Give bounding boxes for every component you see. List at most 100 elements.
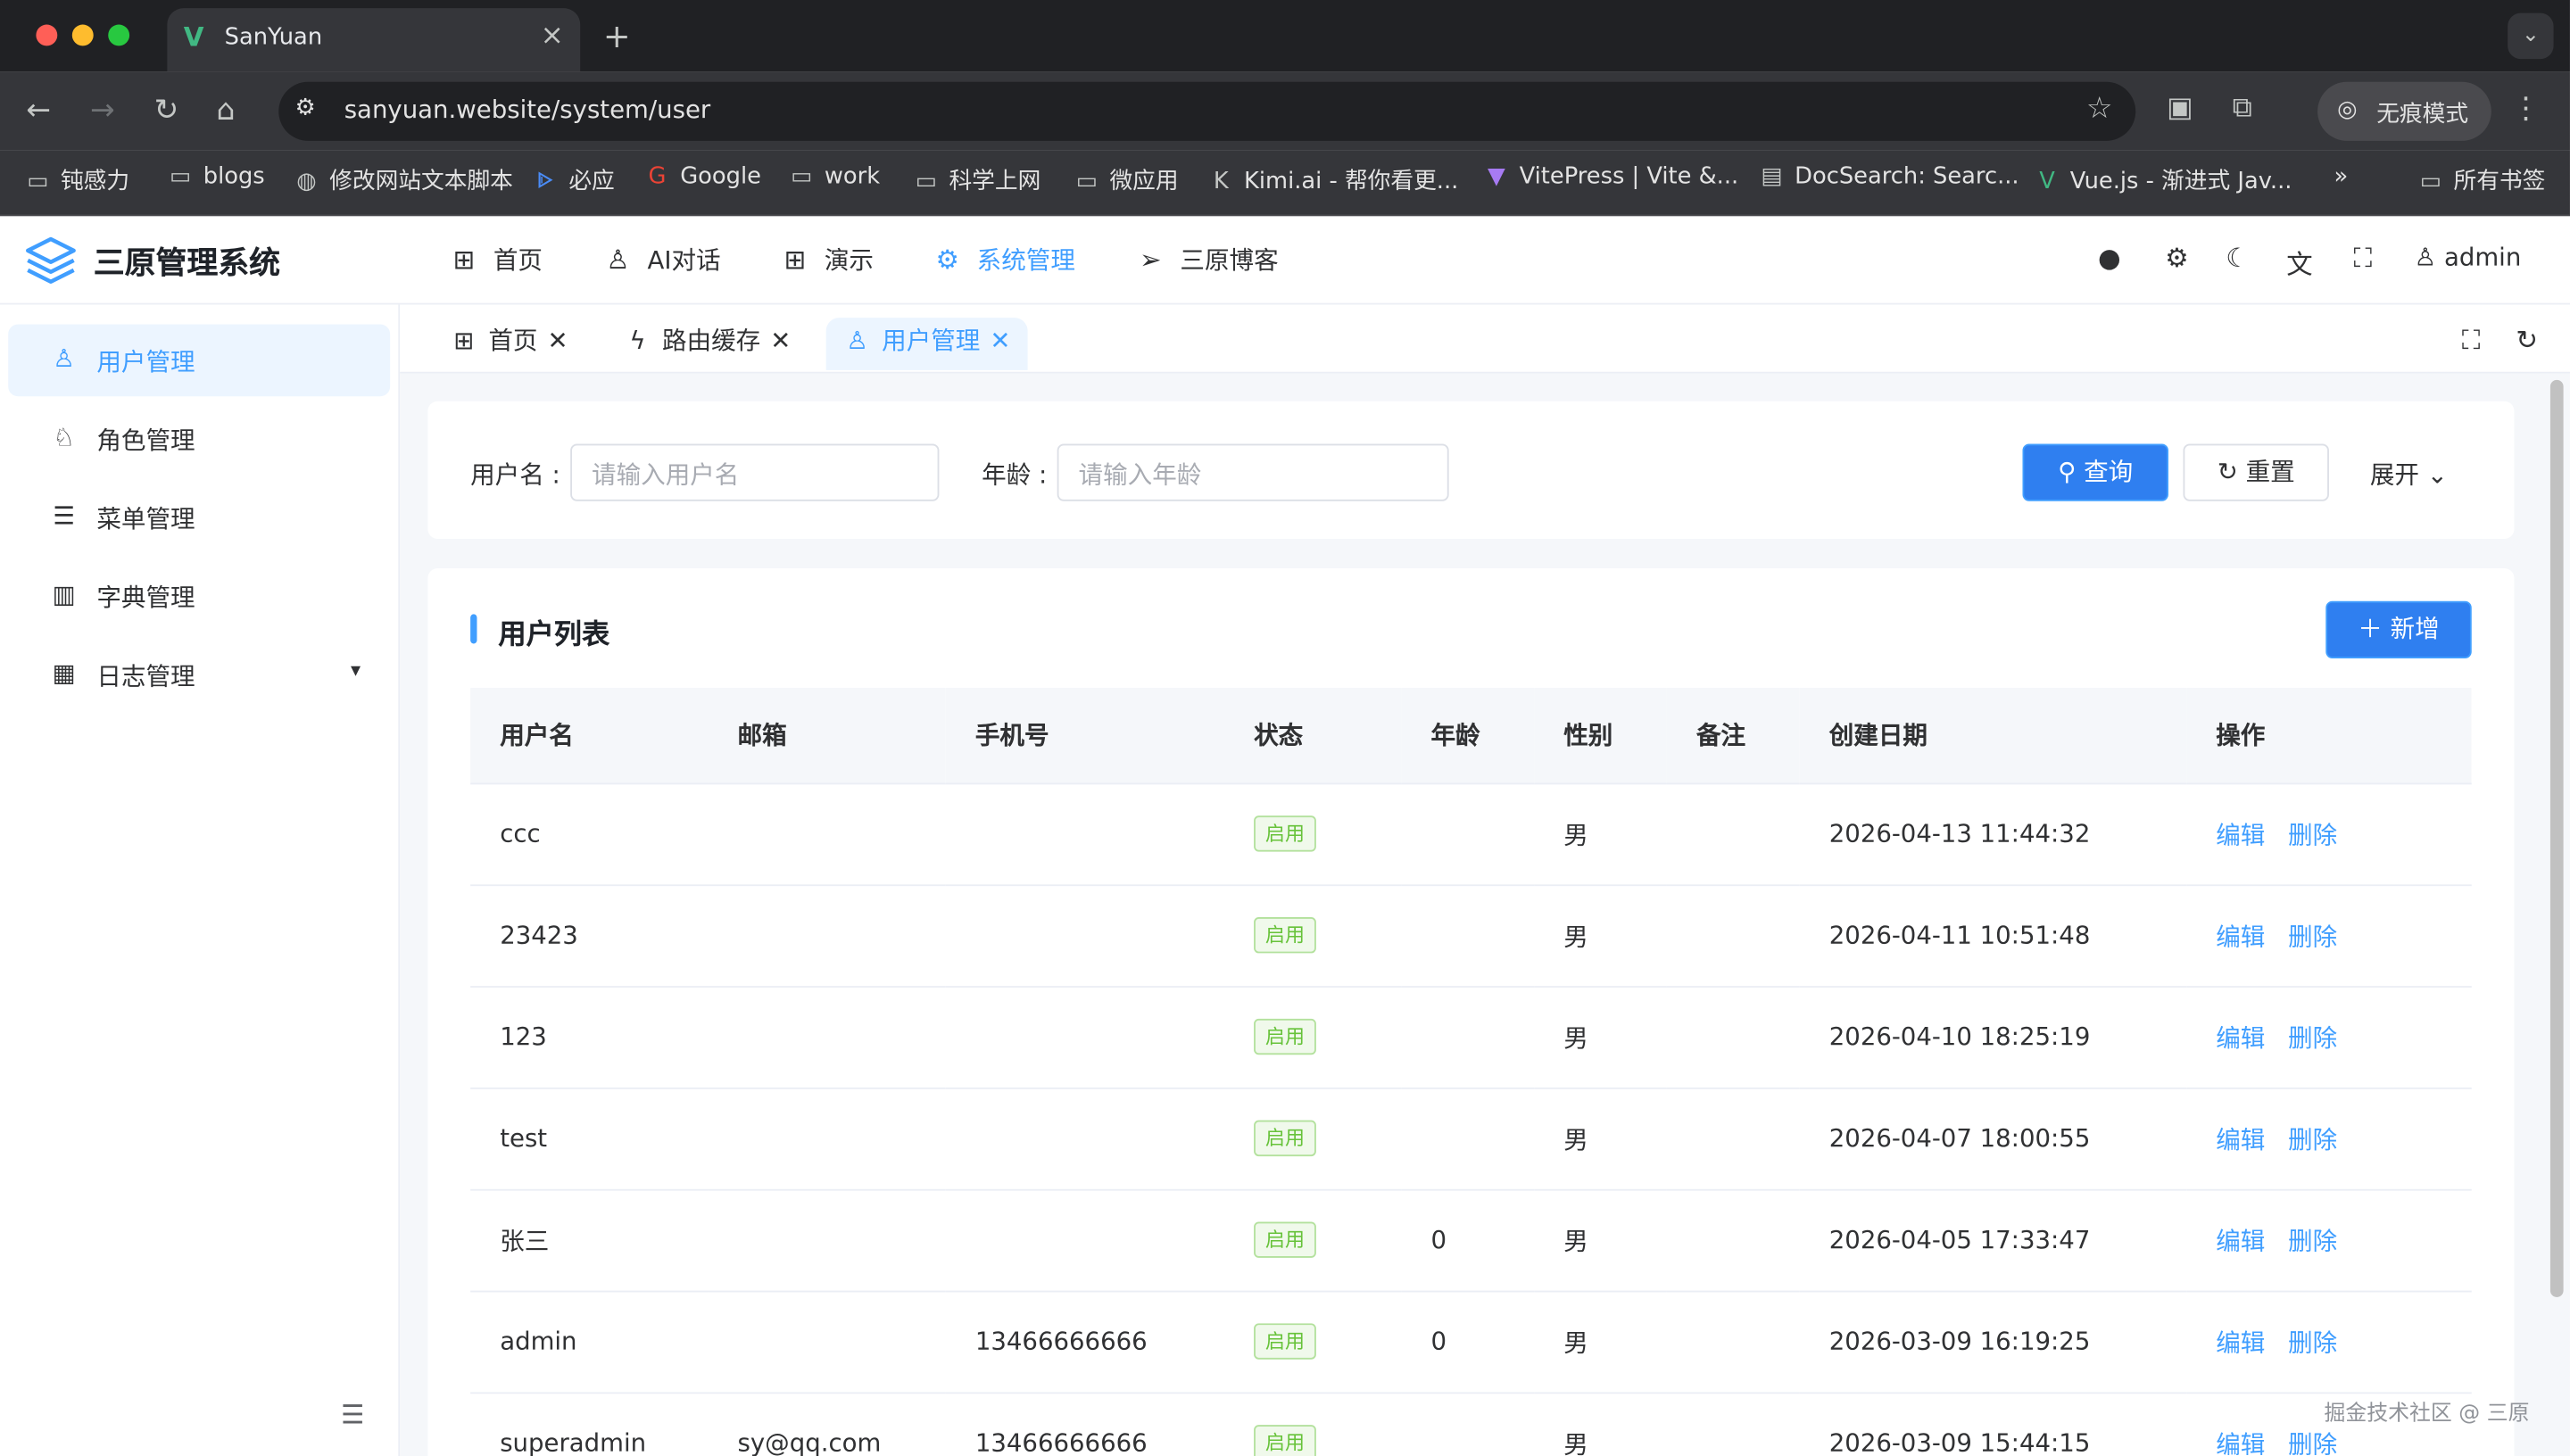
reload-icon[interactable]: ↻ [154,94,179,128]
column-header[interactable]: 状态 [1224,688,1402,784]
close-tag-icon[interactable]: ✕ [770,318,791,363]
bookmark-link[interactable]: V Vue.js - 渐进式 Jav... [2033,164,2292,197]
bookmark-link[interactable]: G Google [642,164,761,190]
bookmark-folder[interactable]: ▭ 微应用 [1072,164,1179,197]
more-bookmarks-button[interactable]: » [2334,164,2348,190]
site-info-icon[interactable]: ⚙ [295,95,316,120]
delete-link[interactable]: 删除 [2288,1429,2337,1456]
delete-link[interactable]: 删除 [2288,1124,2337,1154]
address-bar[interactable]: ⚙ sanyuan.website/system/user ☆ [278,81,2136,141]
translate-icon[interactable]: 文 [2286,243,2312,282]
bookmark-link[interactable]: ◍ 修改网站文本脚本 [292,164,513,197]
settings-icon[interactable]: ⚙ [2165,243,2188,274]
cell-remark [1667,1392,1800,1456]
column-header[interactable]: 年龄 [1401,688,1535,784]
extension-icon[interactable]: ▣ [2167,92,2193,125]
fullscreen-icon[interactable]: ⛶ [2354,243,2373,276]
back-icon[interactable]: ← [26,94,51,128]
bookmark-link[interactable]: ᐈ 必应 [531,164,614,197]
layers-logo-icon [26,236,76,284]
delete-link[interactable]: 删除 [2288,1328,2337,1357]
page-scrollbar[interactable] [2549,379,2564,1297]
delete-link[interactable]: 删除 [2288,1022,2337,1052]
incognito-indicator[interactable]: ◎ 无痕模式 [2317,81,2491,141]
browser-toolbar: ← → ↻ ⌂ ⚙ sanyuan.website/system/user ☆ … [0,71,2570,151]
all-bookmarks-folder[interactable]: ▭ 所有书签 [2416,164,2546,197]
tag-route-cache[interactable]: ϟ 路由缓存 ✕ [607,318,808,370]
column-header[interactable]: 备注 [1666,688,1800,784]
kanban-icon: ▦ [52,658,76,689]
edit-link[interactable]: 编辑 [2216,922,2265,951]
refresh-icon[interactable]: ↻ [2516,324,2538,355]
column-header[interactable]: 手机号 [945,688,1225,784]
close-window-button[interactable] [36,24,58,46]
sidebar-item-role-management[interactable]: ♘ 角色管理 [8,403,390,476]
nav-blog[interactable]: ➢ 三原博客 [1134,243,1279,277]
edit-link[interactable]: 编辑 [2216,1226,2265,1255]
fullscreen-content-icon[interactable]: ⛶ [2462,324,2481,357]
bookmark-folder[interactable]: ▭ 钝感力 [23,164,129,197]
nav-home[interactable]: ⊞ 首页 [447,243,543,277]
bookmark-link[interactable]: K Kimi.ai - 帮你看更... [1206,164,1458,197]
close-tab-icon[interactable]: × [541,20,564,53]
close-tag-icon[interactable]: ✕ [547,318,568,363]
column-header[interactable]: 邮箱 [708,688,946,784]
bookmark-folder[interactable]: ▭ 科学上网 [911,164,1041,197]
user-icon: ♙ [2414,242,2437,272]
forward-icon[interactable]: → [90,94,115,128]
cell-gender: 男 [1563,1327,1588,1357]
maximize-window-button[interactable] [108,24,130,46]
sidebar-item-log-management[interactable]: ▦ 日志管理 ▾ [8,639,390,711]
dark-mode-icon[interactable]: ☾ [2226,243,2249,274]
column-header[interactable]: 性别 [1534,688,1667,784]
column-header[interactable]: 用户名 [470,688,709,784]
url-text[interactable]: sanyuan.website/system/user [344,95,711,124]
browser-tab[interactable]: V SanYuan × [167,8,581,72]
list-icon: ☰ [53,500,75,531]
edit-link[interactable]: 编辑 [2216,1328,2265,1357]
username-input[interactable]: 请输入用户名 [570,443,940,501]
nav-system-management[interactable]: ⚙ 系统管理 [931,243,1074,277]
expand-toggle[interactable]: 展开 ⌄ [2370,457,2448,492]
edit-link[interactable]: 编辑 [2216,1022,2265,1052]
status-badge: 启用 [1254,1120,1316,1157]
cell-email [708,884,945,986]
tag-user-management[interactable]: ♙ 用户管理 ✕ [825,318,1027,370]
sidebar-item-menu-management[interactable]: ☰ 菜单管理 [8,482,390,554]
edit-link[interactable]: 编辑 [2216,820,2265,849]
home-icon[interactable]: ⌂ [216,94,235,128]
delete-link[interactable]: 删除 [2288,922,2337,951]
column-header[interactable]: 操作 [2186,688,2472,784]
bookmark-folder[interactable]: ▭ blogs [166,164,265,190]
reset-button[interactable]: ↻ 重置 [2183,443,2329,501]
query-button[interactable]: ⚲ 查询 [2022,443,2168,501]
sidebar-item-user-management[interactable]: ♙ 用户管理 [8,324,391,397]
gear-icon: ⚙ [935,244,959,276]
bookmark-folder[interactable]: ▭ work [787,164,880,190]
collapse-sidebar-icon[interactable]: ☰ [341,1399,364,1430]
edit-link[interactable]: 编辑 [2216,1429,2265,1456]
bookmark-link[interactable]: ▤ DocSearch: Searc... [1757,164,2019,190]
column-header[interactable]: 创建日期 [1799,688,2187,784]
cell-age: 0 [1430,1225,1447,1255]
github-icon[interactable]: ● [2098,243,2121,274]
nav-ai-chat[interactable]: ♙ AI对话 [601,243,720,277]
minimize-window-button[interactable] [71,24,94,46]
age-input[interactable]: 请输入年龄 [1057,443,1449,501]
nav-demo[interactable]: ⊞ 演示 [778,243,874,277]
sidebar-item-dictionary-management[interactable]: ▥ 字典管理 [8,560,390,633]
add-user-button[interactable]: ＋ 新增 [2325,600,2472,658]
bookmark-link[interactable]: ▼ VitePress | Vite &... [1481,164,1738,190]
delete-link[interactable]: 删除 [2288,820,2337,849]
bookmark-star-icon[interactable]: ☆ [2086,92,2113,127]
delete-link[interactable]: 删除 [2288,1226,2337,1255]
browser-menu-icon[interactable]: ⋮ [2511,92,2541,127]
tab-search-button[interactable]: ⌄ [2508,12,2554,60]
new-tab-button[interactable]: + [603,16,631,55]
user-menu[interactable]: ♙ admin [2414,243,2521,272]
edit-link[interactable]: 编辑 [2216,1124,2265,1154]
actions-cell: 编辑 删除 [2186,1088,2472,1189]
close-tag-icon[interactable]: ✕ [990,318,1010,363]
tag-home[interactable]: ⊞ 首页 ✕ [433,318,584,370]
puzzle-extensions-icon[interactable]: ⧉ [2233,92,2252,125]
